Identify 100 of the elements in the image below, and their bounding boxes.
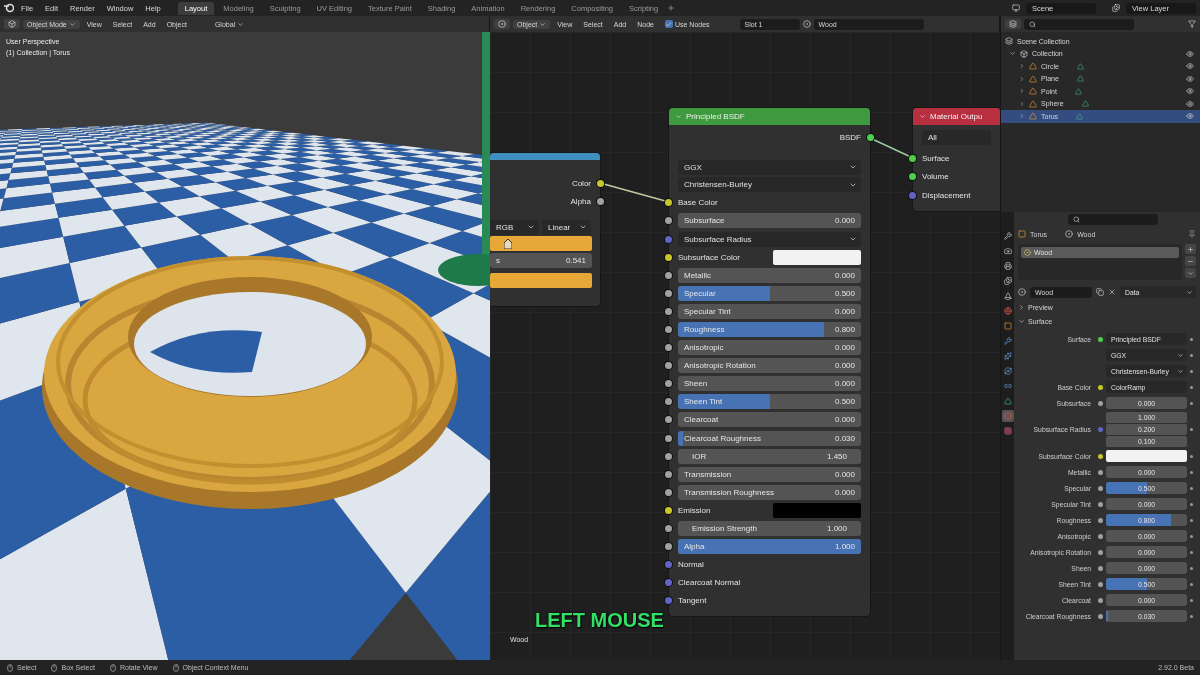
copy-icon[interactable] [1096,288,1104,296]
keyframe-dot-icon[interactable] [1190,550,1193,554]
value-slider[interactable]: Metallic 0.000 [678,267,861,283]
keyframe-dot-icon[interactable] [1190,385,1193,389]
keyframe-dot-icon[interactable] [1190,470,1193,474]
keyframe-dot-icon[interactable] [1190,337,1193,341]
socket-dot-icon[interactable] [1097,453,1103,459]
node-header[interactable] [490,153,600,160]
socket-dot-icon[interactable] [1097,485,1103,491]
input-socket[interactable] [665,597,672,605]
input-socket[interactable] [665,217,672,225]
dropdown[interactable]: All [922,129,991,145]
keyframe-dot-icon[interactable] [1190,353,1193,357]
color-swatch[interactable] [773,502,861,518]
color-field[interactable] [490,273,592,289]
app-logo-icon[interactable] [4,3,14,13]
output-socket[interactable] [597,197,604,205]
input-socket[interactable] [909,173,916,181]
socket-dot-icon[interactable] [1097,517,1103,523]
input-socket[interactable] [665,380,672,388]
input-socket[interactable] [665,289,672,297]
color-swatch[interactable] [773,249,861,265]
slot-menu-button[interactable] [1185,268,1196,278]
input-socket[interactable] [665,235,672,243]
value-slider[interactable]: Subsurface 0.000 [678,213,861,229]
properties-tab[interactable] [1001,350,1014,362]
input-socket[interactable] [665,579,672,587]
number-field[interactable]: s 0.541 [490,252,592,268]
properties-tab[interactable] [1001,305,1014,317]
number-field[interactable]: Emission Strength 1.000 [678,521,861,536]
input-socket[interactable] [665,271,672,279]
color-ramp-bar[interactable] [490,236,592,252]
editor-type-button[interactable] [494,19,510,29]
input-socket[interactable] [909,154,916,162]
value-slider[interactable]: Clearcoat 0.000 [678,412,861,428]
properties-tab[interactable] [1001,395,1014,407]
value-slider[interactable]: Anisotropic Rotation 0.000 [678,358,861,374]
material-icon[interactable] [802,20,811,28]
socket-dot-icon[interactable] [1097,597,1103,603]
properties-tab[interactable] [1001,275,1014,287]
keyframe-dot-icon[interactable] [1190,502,1193,506]
input-socket[interactable] [665,416,672,424]
keyframe-dot-icon[interactable] [1190,454,1193,458]
socket-dot-icon[interactable] [1097,533,1103,539]
number-field[interactable]: IOR 1.450 [678,448,861,464]
dropdown[interactable]: Christensen-Burley [678,177,861,193]
socket-dot-icon[interactable] [1097,336,1103,342]
keyframe-dot-icon[interactable] [1190,369,1193,373]
keyframe-dot-icon[interactable] [1190,582,1193,586]
eye-icon[interactable] [1186,62,1194,71]
properties-tab[interactable] [1001,320,1014,332]
view-layer-icon[interactable] [1112,4,1120,12]
properties-tab[interactable] [1001,365,1014,377]
keyframe-dot-icon[interactable] [1190,401,1193,405]
socket-dot-icon[interactable] [1097,501,1103,507]
value-slider[interactable]: Specular Tint 0.000 [678,303,861,319]
keyframe-dot-icon[interactable] [1190,534,1193,538]
value-slider[interactable]: Sheen 0.000 [678,376,861,392]
input-socket[interactable] [665,488,672,496]
input-socket[interactable] [665,506,672,514]
input-socket[interactable] [665,253,672,261]
input-socket[interactable] [665,525,672,532]
socket-dot-icon[interactable] [1097,384,1103,390]
eye-icon[interactable] [1186,49,1194,58]
add-slot-button[interactable] [1185,244,1196,254]
socket-dot-icon[interactable] [1097,469,1103,475]
dropdown[interactable]: RGB [490,219,539,235]
value-slider[interactable]: Sheen Tint 0.500 [678,394,861,410]
input-socket[interactable] [665,452,672,460]
dropdown[interactable]: Subsurface Radius [678,231,861,247]
input-socket[interactable] [665,470,672,478]
pin-icon[interactable] [1188,230,1196,238]
filter-icon[interactable] [1188,20,1196,28]
scene-icon[interactable] [1012,4,1020,12]
eye-icon[interactable] [1186,99,1194,108]
input-socket[interactable] [665,398,672,406]
add-icon[interactable] [667,4,676,12]
socket-dot-icon[interactable] [1097,549,1103,555]
editor-type-button[interactable] [4,19,20,29]
editor-type-button[interactable] [1005,19,1021,29]
ramp-stop-icon[interactable] [504,239,512,250]
socket-dot-icon[interactable] [1097,581,1103,587]
node-header[interactable]: Material Outpu [913,108,1000,125]
color-swatch[interactable] [1106,450,1187,462]
socket-dot-icon[interactable] [1097,400,1103,406]
dropdown[interactable]: GGX [678,159,861,175]
properties-tab[interactable] [1001,410,1014,422]
value-slider[interactable]: Transmission 0.000 [678,466,861,482]
keyframe-dot-icon[interactable] [1190,614,1193,618]
input-socket[interactable] [665,344,672,352]
value-slider[interactable]: Clearcoat Roughness 0.030 [678,430,861,446]
properties-tab[interactable] [1001,230,1014,242]
remove-slot-button[interactable] [1185,256,1196,266]
input-socket[interactable] [665,307,672,315]
keyframe-dot-icon[interactable] [1190,428,1193,431]
eye-icon[interactable] [1186,112,1194,121]
socket-dot-icon[interactable] [1097,613,1103,619]
properties-tab[interactable] [1001,260,1014,272]
value-slider[interactable]: Alpha 1.000 [678,539,861,555]
eye-icon[interactable] [1186,74,1194,83]
